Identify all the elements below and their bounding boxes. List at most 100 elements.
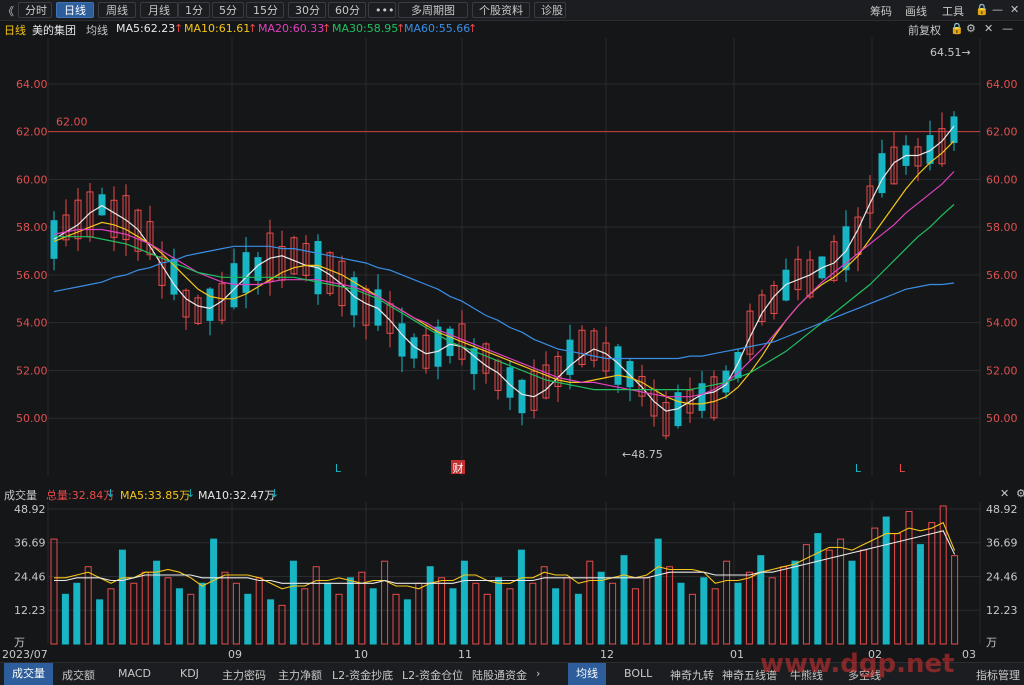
volume-chart[interactable]: 48.92 48.92 36.69 36.69 24.46 24.46 12.23 12.23…	[0, 502, 1024, 662]
watermark: www.dgp.net	[760, 649, 955, 679]
y-tick-label-left: 56.00	[16, 269, 48, 282]
y-tick-label-left: 60.00	[16, 173, 48, 186]
close-icon[interactable]: ✕	[1010, 3, 1019, 16]
up-arrow-icon: ↑	[468, 22, 478, 35]
volume-y-label-right: 36.69	[986, 537, 1018, 550]
lock-icon[interactable]: 🔒	[950, 22, 964, 35]
y-tick-label-right: 62.00	[986, 126, 1018, 139]
toolbar-item-0[interactable]: 筹码	[870, 3, 892, 19]
indicator-tab-10[interactable]: 均线	[568, 663, 606, 685]
period-tab-3[interactable]: 月线	[140, 2, 178, 18]
indicator-tab-7[interactable]: L2-资金仓位	[402, 667, 463, 683]
volume-ma10: MA10:32.47万	[198, 489, 276, 502]
volume-bar	[61, 593, 69, 645]
volume-bar	[346, 577, 354, 645]
volume-bar	[757, 555, 765, 645]
toolbar-item-1[interactable]: 画线	[905, 3, 927, 19]
indicator-name[interactable]: 均线	[86, 22, 108, 38]
period-tab-2[interactable]: 周线	[98, 2, 136, 18]
volume-bar	[426, 566, 434, 645]
volume-bar	[198, 582, 206, 645]
candle-body	[170, 258, 178, 295]
total-volume: 总量:32.84万	[46, 489, 115, 502]
period-tab-4[interactable]: 1分	[178, 2, 210, 18]
minimize-icon[interactable]: —	[992, 3, 1003, 16]
down-arrow-icon: ↓	[106, 487, 116, 500]
x-tick-label: 09	[228, 648, 242, 661]
candle-body	[206, 288, 214, 321]
chart-marker-0: L	[335, 462, 342, 475]
volume-info-bar: 成交量 总量:32.84万 ↓ MA5:33.85万 ↓ MA10:32.47万…	[0, 486, 1024, 502]
indicator-tab-9[interactable]: ›	[536, 667, 540, 680]
candle-body	[518, 379, 526, 414]
volume-bar	[73, 582, 81, 645]
x-tick-label: 2023/07	[2, 648, 48, 661]
volume-bar	[620, 555, 628, 645]
period-tab-8[interactable]: 60分	[328, 2, 366, 18]
candle-body	[566, 339, 574, 375]
y-tick-label-right: 64.00	[986, 78, 1018, 91]
up-arrow-icon: ↑	[174, 22, 184, 35]
y-tick-label-left: 54.00	[16, 317, 48, 330]
volume-bar	[495, 577, 503, 645]
close-icon[interactable]: ✕	[984, 22, 993, 35]
indicator-tab-bar: 成交量 成交额 MACD KDJ 主力密码 主力净额 L2-资金抄底 L2-资金仓位 陆股通资金…	[0, 649, 1024, 685]
y-tick-label-right: 56.00	[986, 269, 1018, 282]
indicator-tab-4[interactable]: 主力密码	[222, 667, 266, 683]
period-tab-9[interactable]: •••	[368, 2, 396, 18]
ma20-value: MA20:60.33	[258, 22, 325, 35]
indicator-tab-6[interactable]: L2-资金抄底	[332, 667, 393, 683]
volume-y-label-left: 36.69	[14, 537, 46, 550]
y-tick-label-right: 54.00	[986, 317, 1018, 330]
period-tab-0[interactable]: 分时	[18, 2, 52, 18]
volume-bar	[734, 582, 742, 645]
y-tick-label-left: 62.00	[16, 126, 48, 139]
indicator-tab-12[interactable]: 神奇九转	[670, 667, 714, 683]
volume-y-label-left: 48.92	[14, 503, 46, 516]
candle-body	[242, 252, 250, 293]
volume-bar	[175, 588, 183, 645]
period-tab-1[interactable]: 日线	[56, 2, 94, 18]
low-price-annotation: ←48.75	[622, 448, 663, 461]
period-tab-6[interactable]: 15分	[246, 2, 284, 18]
indicator-tab-11[interactable]: BOLL	[624, 667, 652, 680]
lock-icon[interactable]: 🔒	[975, 3, 989, 16]
candlestick-chart[interactable]: 64.00 64.00 62.00 62.00 60.00 60.00 58.00 58.00…	[0, 38, 1024, 478]
volume-bar	[369, 588, 377, 645]
volume-y-label-right: 48.92	[986, 503, 1018, 516]
volume-bar	[517, 549, 525, 645]
x-tick-label: 03	[962, 648, 976, 661]
back-icon[interactable]: 《	[3, 3, 14, 19]
indicator-tab-1[interactable]: 成交额	[62, 667, 95, 683]
indicator-tab-16[interactable]: 指标管理	[976, 667, 1020, 683]
minimize-icon[interactable]: —	[1002, 22, 1013, 35]
y-tick-label-left: 58.00	[16, 221, 48, 234]
indicator-tab-0[interactable]: 成交量	[4, 663, 53, 685]
volume-bar	[916, 544, 924, 645]
indicator-tab-5[interactable]: 主力净额	[278, 667, 322, 683]
indicator-tab-2[interactable]: MACD	[118, 667, 151, 680]
x-tick-label: 01	[730, 648, 744, 661]
indicator-tab-3[interactable]: KDJ	[180, 667, 199, 680]
period-tab-12[interactable]: 诊股	[534, 2, 566, 18]
toolbar-item-2[interactable]: 工具	[942, 3, 964, 19]
chart-marker-2: L	[855, 462, 862, 475]
volume-bar	[552, 588, 560, 645]
settings-icon[interactable]: ⚙	[966, 22, 976, 35]
indicator-tab-8[interactable]: 陆股通资金	[472, 667, 527, 683]
volume-bar	[118, 549, 126, 645]
volume-bar	[882, 516, 890, 645]
ma10-value: MA10:61.61	[184, 22, 251, 35]
volume-y-label-right: 24.46	[986, 570, 1018, 583]
settings-icon[interactable]: ⚙	[1016, 487, 1024, 500]
toolbar: 《 分时 日线 周线 月线 1分 5分 15分 30分 60分 ••• 多周期图 个股资料 诊股 筹码画…	[0, 0, 1024, 21]
adjust-mode[interactable]: 前复权	[908, 22, 941, 38]
period-tab-5[interactable]: 5分	[212, 2, 244, 18]
y-tick-label-left: 64.00	[16, 78, 48, 91]
period-tab-7[interactable]: 30分	[288, 2, 326, 18]
ma30-value: MA30:58.95	[332, 22, 399, 35]
period-tab-10[interactable]: 多周期图	[398, 2, 468, 18]
volume-bar	[814, 533, 822, 645]
close-icon[interactable]: ✕	[1000, 487, 1009, 500]
period-tab-11[interactable]: 个股资料	[472, 2, 530, 18]
